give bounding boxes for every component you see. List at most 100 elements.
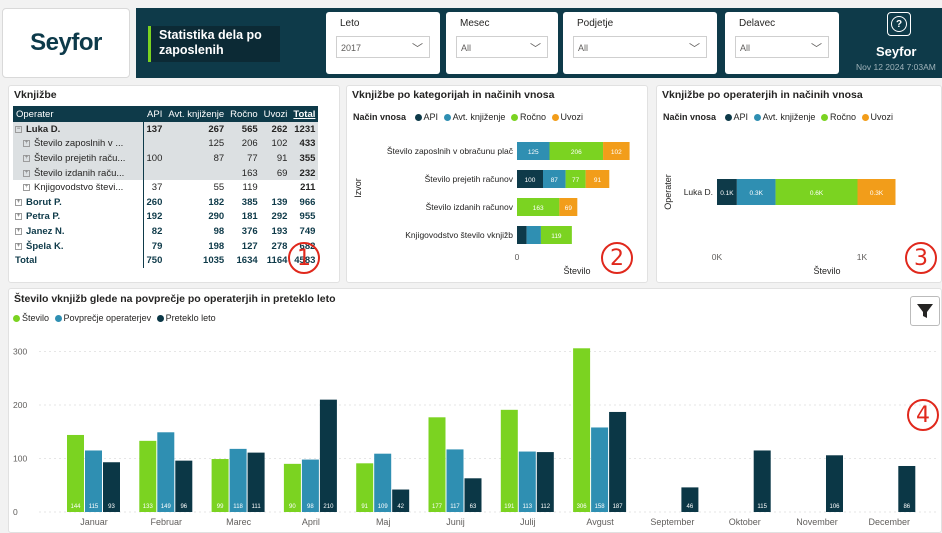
x-tick: 1K bbox=[857, 252, 868, 262]
matrix-table: Operater API Avt. knjiženje Ročno Uvozi … bbox=[13, 106, 319, 268]
bar[interactable] bbox=[229, 448, 247, 512]
data-label: 77 bbox=[572, 177, 580, 184]
data-label: 0.1K bbox=[720, 190, 734, 197]
badge-3: 3 bbox=[905, 242, 937, 274]
table-row[interactable]: + Špela K. 79 198 127 278 682 bbox=[13, 238, 318, 254]
chevron-down-icon: ﹀ bbox=[412, 43, 423, 55]
col-header[interactable]: API bbox=[143, 106, 166, 122]
bar[interactable] bbox=[573, 348, 591, 512]
filter-button[interactable] bbox=[910, 296, 940, 326]
badge-4: 4 bbox=[907, 399, 939, 431]
expand-icon[interactable]: + bbox=[15, 227, 22, 235]
cell-rocno: 181 bbox=[241, 211, 258, 223]
logo-card: Seyfor bbox=[2, 8, 130, 78]
row-label-text: Knjigovodstvo števi... bbox=[34, 182, 124, 194]
cell-api: 192 bbox=[146, 211, 163, 223]
cell-uvozi: 69 bbox=[260, 165, 291, 181]
cell-uvozi: 139 bbox=[271, 196, 288, 208]
expand-icon[interactable]: + bbox=[15, 242, 22, 250]
legend-item: Ročno bbox=[829, 112, 856, 122]
cell-api: 79 bbox=[151, 240, 163, 252]
bar[interactable] bbox=[500, 409, 518, 512]
expand-icon[interactable]: + bbox=[23, 184, 30, 192]
slicer-dropdown[interactable]: All ﹀ bbox=[573, 36, 707, 58]
bar[interactable] bbox=[753, 450, 771, 512]
slicer-podjetje[interactable]: Podjetje All ﹀ bbox=[563, 12, 717, 74]
slicer-leto[interactable]: Leto 2017 ﹀ bbox=[326, 12, 440, 74]
bar[interactable] bbox=[139, 440, 157, 512]
cell-rocno: 385 bbox=[241, 196, 258, 208]
bar[interactable] bbox=[428, 417, 446, 512]
expand-icon[interactable]: + bbox=[23, 140, 30, 148]
chevron-down-icon: ﹀ bbox=[689, 43, 700, 55]
cell-total: 955 bbox=[299, 211, 316, 223]
cell-api bbox=[143, 165, 166, 181]
refresh-date: Nov 12 2024 7:03AM bbox=[856, 62, 936, 72]
col-header[interactable]: Avt. knjiženje bbox=[165, 106, 228, 122]
chart-legend: Število Povprečje operaterjev Preteklo l… bbox=[13, 313, 216, 323]
data-label: 90 bbox=[289, 504, 296, 510]
table-row[interactable]: + Borut P. 260 182 385 139 966 bbox=[13, 194, 318, 210]
data-label: 133 bbox=[143, 504, 154, 510]
category-chart-card: Vknjižbe po kategorijah in načinih vnosa… bbox=[346, 85, 648, 283]
bar[interactable] bbox=[319, 399, 337, 512]
expand-icon[interactable]: + bbox=[15, 213, 22, 221]
col-header[interactable]: Operater bbox=[13, 106, 143, 122]
table-row[interactable]: + Število zaposlnih v ... 125 206 102 433 bbox=[13, 136, 319, 152]
data-label: 46 bbox=[687, 504, 694, 510]
row-label: Total bbox=[13, 253, 144, 268]
row-label: + Knjigovodstvo števi... bbox=[13, 180, 144, 195]
row-label-text: Število prejetih raču... bbox=[34, 152, 126, 164]
bar-segment[interactable] bbox=[517, 226, 527, 244]
x-tick: Avgust bbox=[586, 517, 614, 527]
cell-api: 100 bbox=[143, 151, 166, 166]
table-row[interactable]: + Petra P. 192 290 181 292 955 bbox=[13, 209, 318, 225]
data-label: 91 bbox=[361, 504, 368, 510]
slicer-dropdown[interactable]: All ﹀ bbox=[456, 36, 548, 58]
legend-item: API bbox=[733, 112, 749, 122]
table-row[interactable]: + Knjigovodstvo števi... 37 55 119 211 bbox=[13, 180, 318, 195]
bar-segment[interactable] bbox=[526, 226, 541, 244]
slicer-dropdown[interactable]: All ﹀ bbox=[735, 36, 829, 58]
chart-legend: Način vnosa API Avt. knjiženje Ročno Uvo… bbox=[353, 112, 583, 122]
table-row[interactable]: + Število izdanih raču... 163 69 232 bbox=[13, 165, 319, 181]
bar[interactable] bbox=[446, 449, 464, 512]
slicer-mesec[interactable]: Mesec All ﹀ bbox=[446, 12, 558, 74]
bar[interactable] bbox=[67, 434, 84, 512]
monthly-chart: 0 100 200 300 144 115 93 Januar 133 149 96 Februar 9… bbox=[13, 347, 939, 527]
row-label: + Število izdanih raču... bbox=[13, 165, 144, 181]
table-row[interactable]: − Luka D. 137 267 565 262 1231 bbox=[13, 122, 319, 137]
data-label: 91 bbox=[594, 177, 602, 184]
cell-total: 749 bbox=[299, 225, 316, 237]
cell-api: 82 bbox=[151, 225, 163, 237]
data-label: 112 bbox=[541, 504, 551, 510]
data-label: 0.6K bbox=[810, 190, 824, 197]
table-row[interactable]: + Janez N. 82 98 376 193 749 bbox=[13, 224, 318, 239]
bar[interactable] bbox=[157, 432, 175, 512]
bar[interactable] bbox=[536, 452, 554, 512]
slicer-dropdown[interactable]: 2017 ﹀ bbox=[336, 36, 430, 58]
table-row[interactable]: + Število prejetih raču... 100 87 77 91 355 bbox=[13, 151, 319, 166]
bar[interactable] bbox=[609, 411, 627, 512]
bar[interactable] bbox=[591, 427, 609, 512]
bar[interactable] bbox=[518, 451, 536, 512]
cell-rocno: 119 bbox=[242, 182, 258, 194]
chart-legend: Način vnosa API Avt. knjiženje Ročno Uvo… bbox=[663, 112, 893, 122]
cell-total: 355 bbox=[290, 151, 319, 166]
expand-icon[interactable]: + bbox=[23, 169, 30, 177]
bar[interactable] bbox=[85, 450, 102, 512]
row-label: − Luka D. bbox=[13, 122, 144, 137]
col-header[interactable]: Ročno bbox=[227, 106, 261, 122]
help-button[interactable]: ? bbox=[887, 12, 911, 36]
expand-icon[interactable]: + bbox=[15, 198, 22, 206]
cell-uvozi: 262 bbox=[260, 122, 291, 137]
col-header[interactable]: Uvozi bbox=[260, 106, 291, 122]
row-label-text: Petra P. bbox=[26, 211, 61, 223]
expand-icon[interactable]: + bbox=[23, 154, 30, 162]
col-header[interactable]: Total bbox=[290, 106, 319, 122]
row-label: + Petra P. bbox=[13, 209, 144, 225]
data-label: 0.3K bbox=[750, 190, 764, 197]
collapse-icon[interactable]: − bbox=[15, 125, 22, 133]
table-row[interactable]: Total 750 1035 1634 1164 4583 bbox=[13, 253, 318, 268]
slicer-delavec[interactable]: Delavec All ﹀ bbox=[725, 12, 839, 74]
